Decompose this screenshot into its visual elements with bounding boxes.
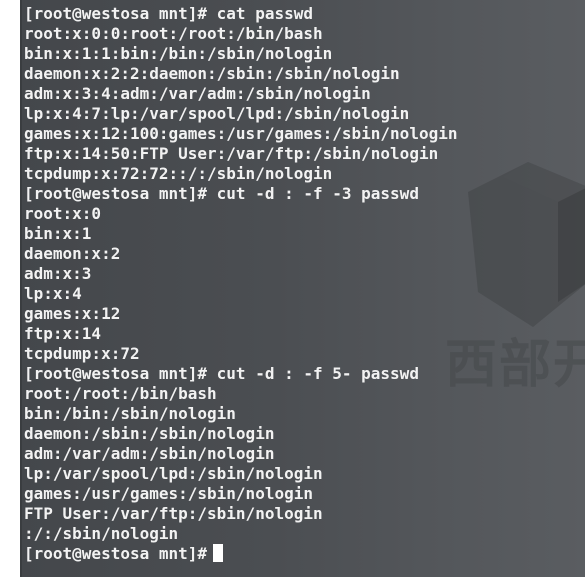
terminal-line: root:x:0:0:root:/root:/bin/bash bbox=[24, 24, 323, 43]
terminal-line: daemon:/sbin:/sbin/nologin bbox=[24, 424, 275, 443]
terminal-line: adm:x:3 bbox=[24, 264, 92, 283]
terminal-line: adm:x:3:4:adm:/var/adm:/sbin/nologin bbox=[24, 84, 371, 103]
terminal-line: tcpdump:x:72:72::/:/sbin/nologin bbox=[24, 164, 333, 183]
terminal-line: [root@westosa mnt]# cut -d : -f 5- passw… bbox=[24, 364, 419, 383]
terminal-line: :/:/sbin/nologin bbox=[24, 524, 179, 543]
terminal-prompt-line[interactable]: [root@westosa mnt]# bbox=[24, 544, 457, 564]
terminal-line: [root@westosa mnt]# cat passwd bbox=[24, 4, 313, 23]
terminal-window[interactable]: 西部开 [root@westosa mnt]# cat passwd root:… bbox=[20, 0, 585, 577]
terminal-cursor bbox=[213, 544, 224, 562]
terminal-line: ftp:x:14:50:FTP User:/var/ftp:/sbin/nolo… bbox=[24, 144, 439, 163]
terminal-line: bin:x:1 bbox=[24, 224, 92, 243]
terminal-line: daemon:x:2 bbox=[24, 244, 121, 263]
terminal-line: lp:x:4 bbox=[24, 284, 82, 303]
terminal-line: tcpdump:x:72 bbox=[24, 344, 140, 363]
terminal-line: adm:/var/adm:/sbin/nologin bbox=[24, 444, 275, 463]
terminal-prompt: [root@westosa mnt]# bbox=[24, 544, 208, 563]
watermark-text: 西部开 bbox=[445, 335, 585, 395]
terminal-line: bin:x:1:1:bin:/bin:/sbin/nologin bbox=[24, 44, 333, 63]
terminal-line: games:x:12:100:games:/usr/games:/sbin/no… bbox=[24, 124, 458, 143]
terminal-line: daemon:x:2:2:daemon:/sbin:/sbin/nologin bbox=[24, 64, 400, 83]
terminal-line: games:/usr/games:/sbin/nologin bbox=[24, 484, 313, 503]
terminal-line: ftp:x:14 bbox=[24, 324, 102, 343]
terminal-line: games:x:12 bbox=[24, 304, 121, 323]
terminal-output: [root@westosa mnt]# cat passwd root:x:0:… bbox=[24, 4, 457, 564]
terminal-line: lp:/var/spool/lpd:/sbin/nologin bbox=[24, 464, 323, 483]
terminal-line: bin:/bin:/sbin/nologin bbox=[24, 404, 236, 423]
terminal-line: root:x:0 bbox=[24, 204, 102, 223]
terminal-line: lp:x:4:7:lp:/var/spool/lpd:/sbin/nologin bbox=[24, 104, 410, 123]
terminal-line: [root@westosa mnt]# cut -d : -f -3 passw… bbox=[24, 184, 419, 203]
watermark-logo bbox=[468, 162, 585, 327]
terminal-line: root:/root:/bin/bash bbox=[24, 384, 217, 403]
terminal-line: FTP User:/var/ftp:/sbin/nologin bbox=[24, 504, 323, 523]
